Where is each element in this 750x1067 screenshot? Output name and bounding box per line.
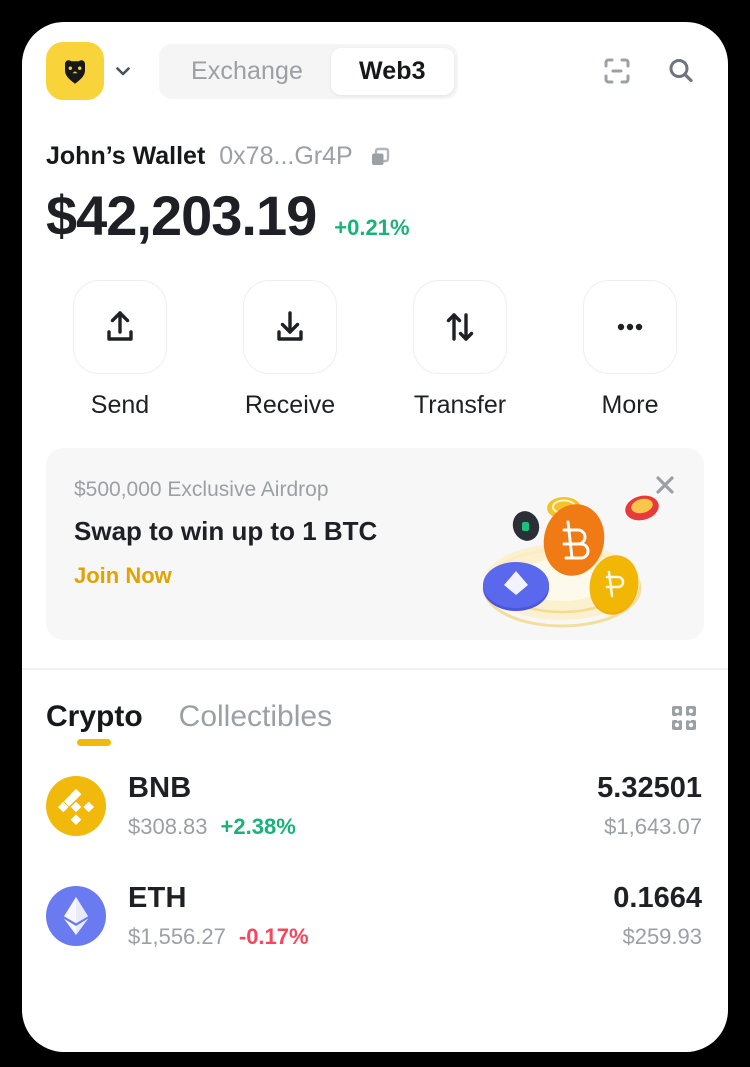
balance-row: $42,203.19 +0.21% (46, 183, 704, 248)
asset-tabs: Crypto Collectibles (22, 670, 728, 746)
coins-ring-illustration (454, 468, 664, 638)
bear-avatar-icon[interactable] (46, 42, 104, 100)
tab-crypto[interactable]: Crypto (46, 700, 143, 746)
promo-banner[interactable]: $500,000 Exclusive Airdrop Swap to win u… (46, 448, 704, 640)
table-row[interactable]: BNB $308.83 +2.38% 5.32501 $1,643.07 (46, 772, 702, 840)
tab-exchange-label: Exchange (191, 56, 303, 85)
chevron-down-icon[interactable] (110, 58, 136, 84)
promo-banner-wrap: $500,000 Exclusive Airdrop Swap to win u… (22, 420, 728, 640)
upload-arrow-icon[interactable] (73, 280, 167, 374)
token-price-row: $1,556.27 -0.17% (128, 924, 309, 950)
wallet-name: John’s Wallet (46, 142, 206, 170)
action-more[interactable]: More (582, 280, 678, 420)
token-price-row: $308.83 +2.38% (128, 814, 296, 840)
action-receive-label: Receive (244, 391, 336, 419)
manage-tokens-icon[interactable] (666, 700, 702, 736)
total-balance: $42,203.19 (46, 184, 317, 247)
table-row[interactable]: ETH $1,556.27 -0.17% 0.1664 $259.93 (46, 882, 702, 950)
action-more-label: More (601, 391, 659, 419)
search-icon[interactable] (664, 54, 698, 88)
header-actions (600, 54, 702, 88)
token-list: BNB $308.83 +2.38% 5.32501 $1,643.07 ETH… (22, 746, 728, 950)
wallet-identity[interactable]: John’s Wallet 0x78...Gr4P (46, 142, 704, 171)
wallet-summary: John’s Wallet 0x78...Gr4P $42,203.19 +0.… (22, 120, 728, 248)
token-amount: 0.1664 (613, 882, 702, 914)
tab-collectibles-label: Collectibles (178, 700, 333, 733)
token-value: $1,643.07 (604, 814, 702, 839)
tab-collectibles[interactable]: Collectibles (179, 700, 332, 746)
tab-web3-label: Web3 (359, 56, 426, 85)
token-info: ETH $1,556.27 -0.17% (128, 882, 309, 950)
token-holdings: 0.1664 $259.93 (613, 882, 702, 950)
transfer-arrows-icon[interactable] (413, 280, 507, 374)
token-change: +2.38% (220, 814, 296, 839)
scan-icon[interactable] (600, 54, 634, 88)
copy-icon[interactable] (367, 144, 393, 170)
ellipsis-icon[interactable] (583, 280, 677, 374)
phone-screen: Exchange Web3 John’s Wallet 0x78...Gr4P … (22, 22, 728, 1052)
token-price: $1,556.27 (128, 924, 226, 949)
action-send[interactable]: Send (72, 280, 168, 420)
token-holdings: 5.32501 $1,643.07 (597, 772, 702, 840)
account-switcher[interactable] (46, 42, 136, 100)
token-amount: 5.32501 (597, 772, 702, 804)
tab-active-underline (77, 739, 112, 746)
tab-exchange[interactable]: Exchange (163, 48, 331, 95)
app-header: Exchange Web3 (22, 22, 728, 120)
quick-actions: Send Receive Transfer More (22, 248, 728, 420)
token-value: $259.93 (622, 924, 702, 949)
token-symbol: ETH (128, 882, 187, 914)
token-price: $308.83 (128, 814, 208, 839)
download-arrow-icon[interactable] (243, 280, 337, 374)
wallet-address: 0x78...Gr4P (219, 142, 353, 170)
balance-change: +0.21% (334, 215, 410, 240)
action-send-label: Send (90, 391, 150, 419)
tab-crypto-label: Crypto (46, 700, 143, 733)
eth-icon (46, 886, 106, 946)
exchange-web3-toggle[interactable]: Exchange Web3 (159, 43, 458, 99)
action-receive[interactable]: Receive (242, 280, 338, 420)
action-transfer[interactable]: Transfer (412, 280, 508, 420)
action-transfer-label: Transfer (413, 391, 507, 419)
tab-web3[interactable]: Web3 (331, 47, 454, 95)
token-change: -0.17% (238, 924, 309, 949)
token-info: BNB $308.83 +2.38% (128, 772, 296, 840)
token-symbol: BNB (128, 772, 192, 804)
bnb-icon (46, 776, 106, 836)
